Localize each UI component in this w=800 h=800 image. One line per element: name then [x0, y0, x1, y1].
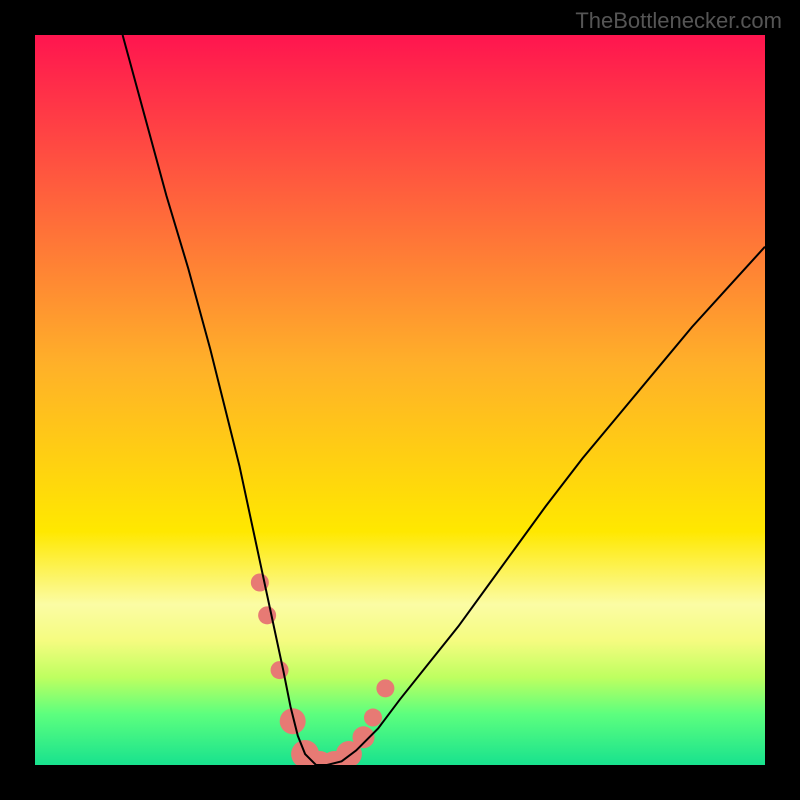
- chart-container: TheBottlenecker.com: [0, 0, 800, 800]
- watermark-text: TheBottlenecker.com: [575, 8, 782, 34]
- chart-svg: [35, 35, 765, 765]
- gradient-background: [35, 35, 765, 765]
- marker-point: [353, 726, 375, 748]
- marker-point: [376, 679, 394, 697]
- marker-point: [271, 661, 289, 679]
- plot-area: [35, 35, 765, 765]
- marker-point: [364, 709, 382, 727]
